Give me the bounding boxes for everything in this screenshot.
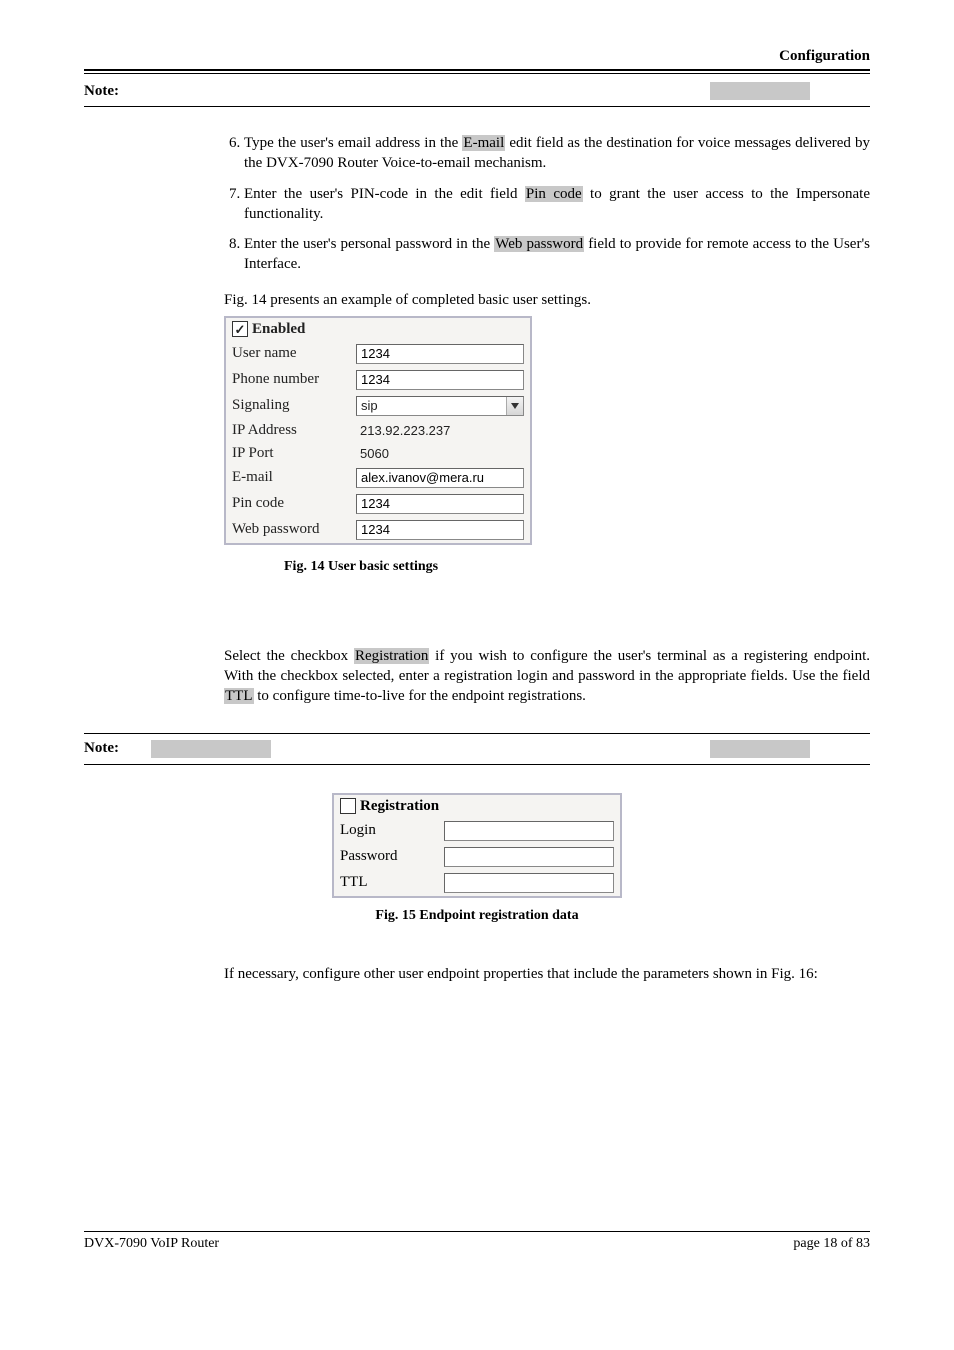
registration-table: Registration Login Password TTL	[332, 793, 622, 898]
step-7: Enter the user's PIN-code in the edit fi…	[244, 184, 870, 225]
chevron-down-icon	[506, 397, 523, 415]
inline-highlight-registration: Registration	[354, 648, 429, 664]
inline-highlight-webpassword: Web password	[494, 236, 584, 252]
redacted-block-right	[710, 740, 810, 758]
label-login: Login	[333, 818, 438, 844]
enabled-row: ✓Enabled	[225, 317, 531, 341]
user-settings-table: ✓Enabled User name 1234 Phone number 123…	[224, 316, 532, 545]
enabled-checkbox[interactable]: ✓	[232, 321, 248, 337]
footer-product: DVX-7090 VoIP Router	[84, 1236, 219, 1252]
note-label: Note:	[84, 83, 119, 100]
label-phone-number: Phone number	[225, 367, 350, 393]
value-ip-port: 5060	[356, 446, 524, 461]
note-rule-bottom	[84, 106, 870, 107]
note2-rule-bottom	[84, 764, 870, 765]
registration-header-row: Registration	[333, 794, 621, 818]
closing-paragraph: If necessary, configure other user endpo…	[224, 964, 870, 984]
label-web-password: Web password	[225, 517, 350, 544]
label-ip-address: IP Address	[225, 419, 350, 442]
fig14-intro: Fig. 14 presents an example of completed…	[224, 290, 870, 310]
inline-highlight-pincode: Pin code	[525, 186, 583, 202]
label-pin-code: Pin code	[225, 491, 350, 517]
inline-highlight-email: E-mail	[462, 135, 505, 151]
redacted-block-left	[151, 740, 271, 758]
fig15-caption: Fig. 15 Endpoint registration data	[84, 908, 870, 924]
input-password[interactable]	[444, 847, 614, 867]
select-signaling[interactable]: sip	[356, 396, 524, 416]
page-section-header: Configuration	[84, 48, 870, 65]
input-ttl[interactable]	[444, 873, 614, 893]
label-signaling: Signaling	[225, 393, 350, 419]
redacted-block	[710, 82, 810, 100]
value-ip-address: 213.92.223.237	[356, 423, 524, 438]
step-6: Type the user's email address in the E-m…	[244, 133, 870, 174]
label-user-name: User name	[225, 341, 350, 367]
note2-label: Note:	[84, 740, 119, 757]
step-8: Enter the user's personal password in th…	[244, 234, 870, 275]
note-block-2: Note:	[84, 734, 870, 764]
note-block-1: Note:	[84, 74, 870, 106]
label-ttl: TTL	[333, 870, 438, 897]
select-signaling-value: sip	[357, 398, 382, 413]
registration-paragraph: Select the checkbox Registration if you …	[224, 646, 870, 707]
page-footer: DVX-7090 VoIP Router page 18 of 83	[84, 1231, 870, 1252]
header-rule	[84, 69, 870, 71]
label-ip-port: IP Port	[225, 442, 350, 465]
registration-checkbox[interactable]	[340, 798, 356, 814]
footer-page-number: page 18 of 83	[793, 1236, 870, 1252]
enabled-label: Enabled	[252, 321, 305, 337]
input-phone-number[interactable]: 1234	[356, 370, 524, 390]
input-user-name[interactable]: 1234	[356, 344, 524, 364]
fig14-caption: Fig. 14 User basic settings	[284, 559, 870, 575]
label-email: E-mail	[225, 465, 350, 491]
registration-title: Registration	[360, 798, 439, 814]
input-web-password[interactable]: 1234	[356, 520, 524, 540]
input-login[interactable]	[444, 821, 614, 841]
instruction-list: Type the user's email address in the E-m…	[224, 133, 870, 275]
inline-highlight-ttl: TTL	[224, 688, 254, 704]
input-email[interactable]: alex.ivanov@mera.ru	[356, 468, 524, 488]
label-password: Password	[333, 844, 438, 870]
input-pin-code[interactable]: 1234	[356, 494, 524, 514]
